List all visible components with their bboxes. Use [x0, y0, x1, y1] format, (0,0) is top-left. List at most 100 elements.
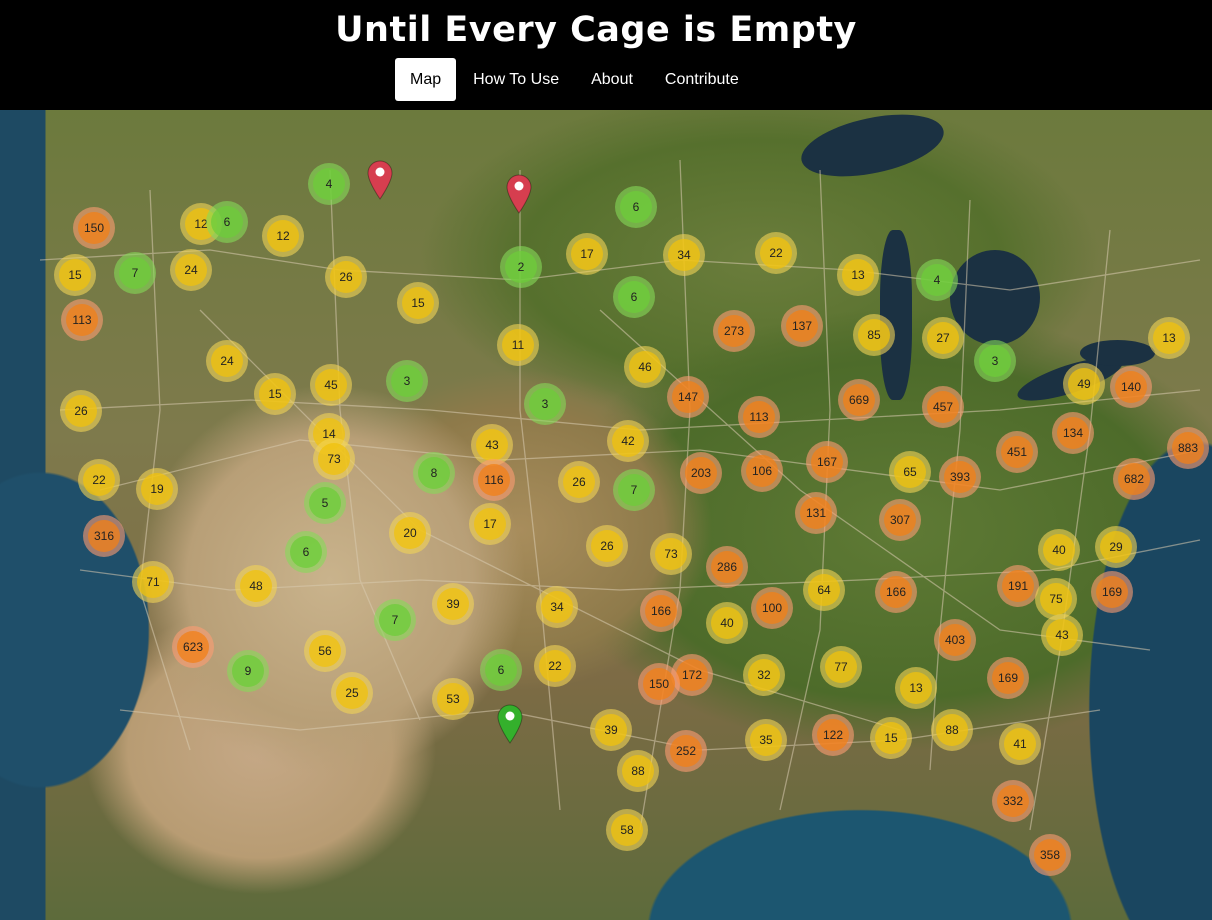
marker-cluster[interactable]: 7: [114, 252, 156, 294]
marker-cluster[interactable]: 58: [606, 809, 648, 851]
marker-cluster[interactable]: 56: [304, 630, 346, 672]
marker-cluster[interactable]: 15: [54, 254, 96, 296]
marker-cluster[interactable]: 623: [172, 626, 214, 668]
marker-cluster[interactable]: 26: [60, 390, 102, 432]
marker-cluster[interactable]: 5: [304, 482, 346, 524]
marker-cluster[interactable]: 682: [1113, 458, 1155, 500]
marker-cluster[interactable]: 131: [795, 492, 837, 534]
marker-cluster[interactable]: 41: [999, 723, 1041, 765]
marker-cluster[interactable]: 134: [1052, 412, 1094, 454]
marker-cluster[interactable]: 22: [755, 232, 797, 274]
marker-cluster[interactable]: 137: [781, 305, 823, 347]
red-map-pin-icon[interactable]: [367, 160, 393, 200]
marker-cluster[interactable]: 3: [386, 360, 428, 402]
marker-cluster[interactable]: 88: [931, 709, 973, 751]
marker-cluster[interactable]: 26: [558, 461, 600, 503]
marker-cluster[interactable]: 203: [680, 452, 722, 494]
marker-cluster[interactable]: 166: [875, 571, 917, 613]
marker-cluster[interactable]: 113: [61, 299, 103, 341]
marker-cluster[interactable]: 6: [480, 649, 522, 691]
marker-cluster[interactable]: 252: [665, 730, 707, 772]
marker-cluster[interactable]: 122: [812, 714, 854, 756]
marker-cluster[interactable]: 116: [473, 459, 515, 501]
satellite-map[interactable]: 4 150 12 6 12 6 15 7 24 26 2 17 34 22 13 4 15 6 113 273 137 8…: [0, 110, 1212, 920]
marker-cluster[interactable]: 29: [1095, 526, 1137, 568]
marker-cluster[interactable]: 48: [235, 565, 277, 607]
marker-cluster[interactable]: 13: [895, 667, 937, 709]
marker-cluster[interactable]: 77: [820, 646, 862, 688]
marker-cluster[interactable]: 71: [132, 561, 174, 603]
marker-cluster[interactable]: 6: [613, 276, 655, 318]
marker-cluster[interactable]: 32: [743, 654, 785, 696]
marker-cluster[interactable]: 113: [738, 396, 780, 438]
marker-cluster[interactable]: 19: [136, 468, 178, 510]
marker-cluster[interactable]: 273: [713, 310, 755, 352]
marker-cluster[interactable]: 140: [1110, 366, 1152, 408]
marker-cluster[interactable]: 316: [83, 515, 125, 557]
marker-cluster[interactable]: 6: [206, 201, 248, 243]
marker-cluster[interactable]: 53: [432, 678, 474, 720]
marker-cluster[interactable]: 43: [1041, 614, 1083, 656]
marker-cluster[interactable]: 20: [389, 512, 431, 554]
marker-cluster[interactable]: 25: [331, 672, 373, 714]
marker-cluster[interactable]: 147: [667, 376, 709, 418]
marker-cluster[interactable]: 358: [1029, 834, 1071, 876]
marker-cluster[interactable]: 22: [78, 459, 120, 501]
marker-cluster[interactable]: 393: [939, 456, 981, 498]
marker-cluster[interactable]: 64: [803, 569, 845, 611]
marker-cluster[interactable]: 4: [308, 163, 350, 205]
marker-cluster[interactable]: 166: [640, 590, 682, 632]
red-map-pin-icon[interactable]: [506, 174, 532, 214]
marker-cluster[interactable]: 3: [974, 340, 1016, 382]
marker-cluster[interactable]: 73: [313, 438, 355, 480]
marker-cluster[interactable]: 26: [325, 256, 367, 298]
marker-cluster[interactable]: 169: [987, 657, 1029, 699]
marker-cluster[interactable]: 34: [536, 586, 578, 628]
marker-cluster[interactable]: 42: [607, 420, 649, 462]
marker-cluster[interactable]: 9: [227, 650, 269, 692]
marker-cluster[interactable]: 65: [889, 451, 931, 493]
marker-cluster[interactable]: 45: [310, 364, 352, 406]
marker-cluster[interactable]: 46: [624, 346, 666, 388]
marker-cluster[interactable]: 150: [73, 207, 115, 249]
marker-cluster[interactable]: 39: [432, 583, 474, 625]
marker-cluster[interactable]: 332: [992, 780, 1034, 822]
marker-cluster[interactable]: 11: [497, 324, 539, 366]
marker-cluster[interactable]: 2: [500, 246, 542, 288]
marker-cluster[interactable]: 73: [650, 533, 692, 575]
marker-cluster[interactable]: 150: [638, 663, 680, 705]
marker-cluster[interactable]: 191: [997, 565, 1039, 607]
marker-cluster[interactable]: 40: [706, 602, 748, 644]
marker-cluster[interactable]: 669: [838, 379, 880, 421]
marker-cluster[interactable]: 167: [806, 441, 848, 483]
marker-cluster[interactable]: 88: [617, 750, 659, 792]
marker-cluster[interactable]: 100: [751, 587, 793, 629]
marker-cluster[interactable]: 17: [566, 233, 608, 275]
marker-cluster[interactable]: 15: [870, 717, 912, 759]
marker-cluster[interactable]: 40: [1038, 529, 1080, 571]
marker-cluster[interactable]: 17: [469, 503, 511, 545]
marker-cluster[interactable]: 13: [837, 254, 879, 296]
marker-cluster[interactable]: 13: [1148, 317, 1190, 359]
nav-about[interactable]: About: [576, 58, 648, 101]
marker-cluster[interactable]: 169: [1091, 571, 1133, 613]
green-map-pin-icon[interactable]: [497, 704, 523, 744]
nav-how-to-use[interactable]: How To Use: [458, 58, 574, 101]
marker-cluster[interactable]: 34: [663, 234, 705, 276]
marker-cluster[interactable]: 883: [1167, 427, 1209, 469]
marker-cluster[interactable]: 106: [741, 450, 783, 492]
marker-cluster[interactable]: 7: [613, 469, 655, 511]
marker-cluster[interactable]: 49: [1063, 363, 1105, 405]
marker-cluster[interactable]: 12: [262, 215, 304, 257]
nav-contribute[interactable]: Contribute: [650, 58, 754, 101]
marker-cluster[interactable]: 15: [254, 373, 296, 415]
marker-cluster[interactable]: 26: [586, 525, 628, 567]
marker-cluster[interactable]: 24: [206, 340, 248, 382]
marker-cluster[interactable]: 22: [534, 645, 576, 687]
marker-cluster[interactable]: 6: [615, 186, 657, 228]
nav-map[interactable]: Map: [395, 58, 457, 101]
marker-cluster[interactable]: 35: [745, 719, 787, 761]
marker-cluster[interactable]: 286: [706, 546, 748, 588]
marker-cluster[interactable]: 24: [170, 249, 212, 291]
marker-cluster[interactable]: 39: [590, 709, 632, 751]
